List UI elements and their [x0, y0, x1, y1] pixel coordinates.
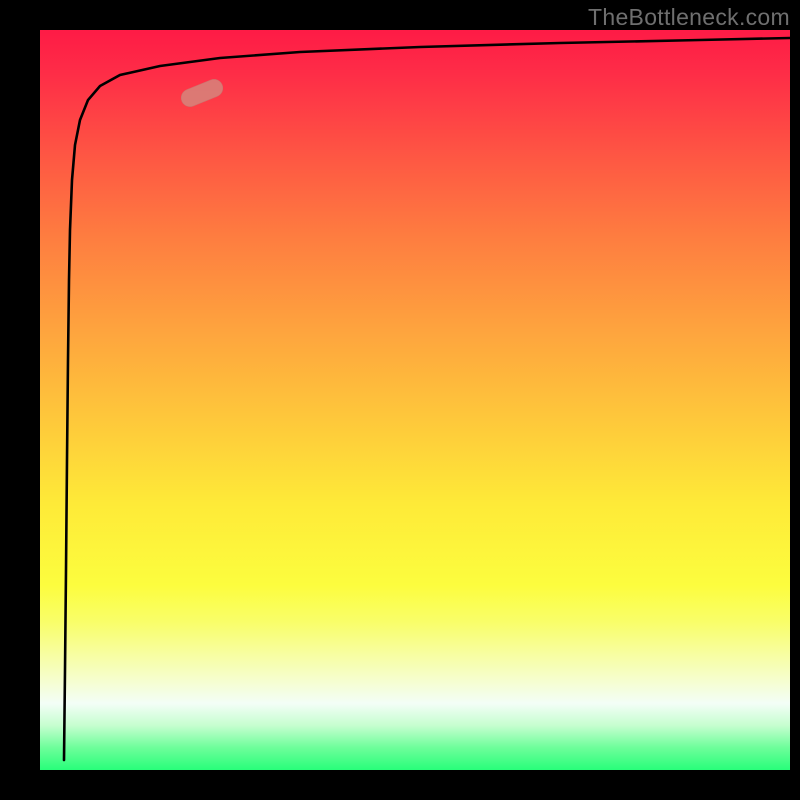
bottleneck-curve [64, 38, 790, 760]
watermark-label: TheBottleneck.com [588, 4, 790, 31]
plot-area [40, 30, 790, 770]
chart-stage: TheBottleneck.com [0, 0, 800, 800]
curve-svg [40, 30, 790, 770]
